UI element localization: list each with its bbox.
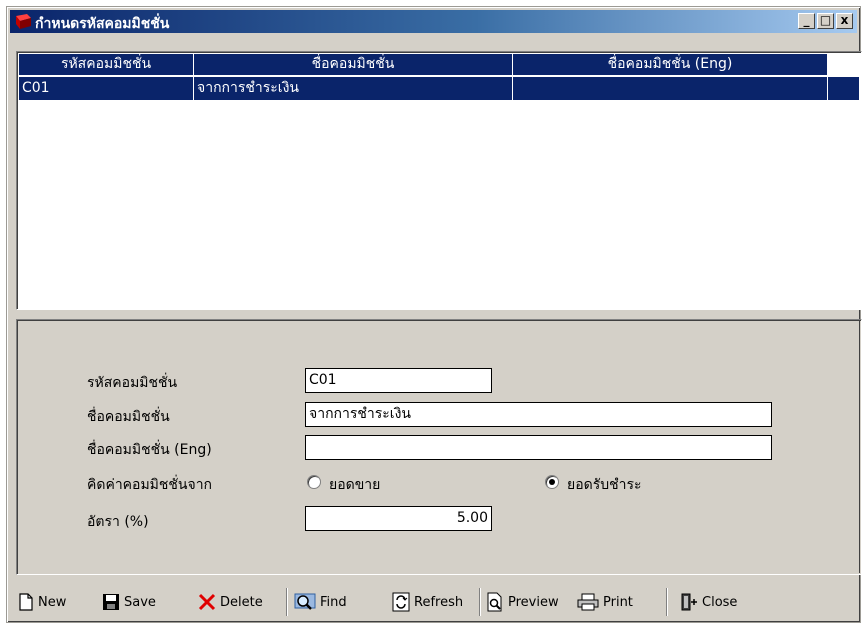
delete-x-icon <box>198 593 216 611</box>
maximize-button[interactable]: □ <box>817 13 834 29</box>
grid-header: รหัสคอมมิชชั่น ชื่อคอมมิชชั่น ชื่อคอมมิช… <box>19 54 831 76</box>
rate-label: อัตรา (%) <box>87 514 149 530</box>
floppy-disk-icon <box>103 594 119 610</box>
close-window-button[interactable]: x <box>836 13 853 29</box>
new-document-icon <box>19 593 33 611</box>
code-label: รหัสคอมมิชชั่น <box>87 375 178 391</box>
sales-radio-label[interactable]: ยอดขาย <box>329 474 380 496</box>
toolbar-separator <box>666 588 668 616</box>
delete-label: Delete <box>220 594 263 610</box>
rate-field[interactable]: 5.00 <box>305 506 492 531</box>
maximize-icon: □ <box>819 13 832 27</box>
close-icon: x <box>840 13 849 27</box>
sales-radio[interactable] <box>307 475 321 489</box>
title-bar[interactable]: กำหนดรหัสคอมมิชชั่น _ □ x <box>10 10 857 33</box>
minimize-button[interactable]: _ <box>798 13 815 29</box>
delete-button[interactable]: Delete <box>198 590 263 614</box>
detail-panel: รหัสคอมมิชชั่น C01 ชื่อคอมมิชชั่น จากการ… <box>16 319 862 575</box>
column-header-name-eng[interactable]: ชื่อคอมมิชชั่น (Eng) <box>513 54 828 76</box>
column-header-name[interactable]: ชื่อคอมมิชชั่น <box>194 54 513 76</box>
window-title: กำหนดรหัสคอมมิชชั่น <box>35 16 170 32</box>
toolbar: New Save Delete Find Refresh Preview Pri… <box>10 582 859 620</box>
exit-door-icon <box>681 593 697 611</box>
cell-name[interactable]: จากการชำระเงิน <box>194 77 513 100</box>
book-icon <box>16 14 31 29</box>
new-label: New <box>38 594 67 610</box>
print-preview-icon <box>487 592 502 612</box>
save-button[interactable]: Save <box>102 590 156 614</box>
refresh-button[interactable]: Refresh <box>392 590 463 614</box>
commission-grid[interactable]: รหัสคอมมิชชั่น ชื่อคอมมิชชั่น ชื่อคอมมิช… <box>16 51 862 310</box>
cell-name-eng[interactable] <box>513 77 828 100</box>
find-button[interactable]: Find <box>294 590 347 614</box>
print-button[interactable]: Print <box>577 590 633 614</box>
refresh-label: Refresh <box>414 594 464 610</box>
header-corner <box>831 54 859 76</box>
cell-code[interactable]: C01 <box>19 77 194 100</box>
commission-code-window: กำหนดรหัสคอมมิชชั่น _ □ x รหัสคอมมิชชั่น… <box>6 6 862 623</box>
toolbar-separator <box>479 588 481 616</box>
preview-label: Preview <box>508 594 559 610</box>
payment-radio[interactable] <box>545 475 559 489</box>
name-eng-field[interactable] <box>305 435 772 460</box>
payment-radio-label[interactable]: ยอดรับชำระ <box>567 474 642 496</box>
name-eng-label: ชื่อคอมมิชชั่น (Eng) <box>87 442 212 458</box>
close-label: Close <box>702 594 738 610</box>
minimize-icon: _ <box>803 13 810 27</box>
printer-icon <box>577 593 599 611</box>
calc-basis-label: คิดค่าคอมมิชชั่นจาก <box>87 477 213 493</box>
refresh-icon <box>392 592 410 612</box>
find-label: Find <box>320 594 347 610</box>
radio-selected-dot <box>549 479 555 485</box>
find-magnifier-icon <box>294 593 316 610</box>
code-field[interactable]: C01 <box>305 368 492 393</box>
print-label: Print <box>603 594 633 610</box>
table-row[interactable]: C01 จากการชำระเงิน <box>19 77 859 100</box>
toolbar-separator <box>286 588 288 616</box>
new-button[interactable]: New <box>18 590 66 614</box>
save-label: Save <box>124 594 156 610</box>
preview-button[interactable]: Preview <box>486 590 559 614</box>
name-label: ชื่อคอมมิชชั่น <box>87 409 170 425</box>
column-header-code[interactable]: รหัสคอมมิชชั่น <box>19 54 194 76</box>
name-field[interactable]: จากการชำระเงิน <box>305 402 772 427</box>
close-button[interactable]: Close <box>680 590 737 614</box>
